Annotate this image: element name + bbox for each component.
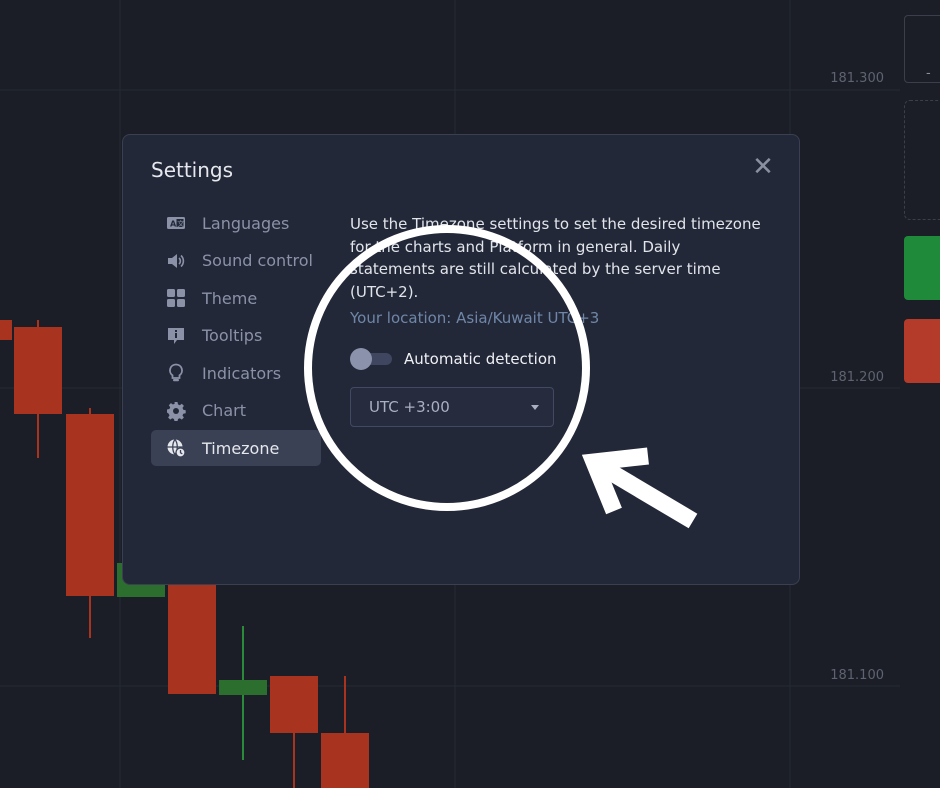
globe-clock-icon <box>165 437 187 459</box>
language-icon: A文 <box>165 212 187 234</box>
timezone-description: Use the Timezone settings to set the des… <box>350 215 761 301</box>
menu-item-languages[interactable]: A文 Languages <box>151 205 321 241</box>
menu-item-indicators[interactable]: Indicators <box>151 355 321 391</box>
menu-item-sound-control[interactable]: Sound control <box>151 243 321 279</box>
toggle-knob <box>350 348 372 370</box>
sell-button[interactable] <box>904 319 940 383</box>
candle <box>219 680 267 695</box>
lightbulb-icon <box>165 362 187 384</box>
user-location: Your location: Asia/Kuwait UTC+3 <box>350 309 600 327</box>
gear-icon <box>165 400 187 422</box>
auto-detection-toggle[interactable] <box>350 348 392 370</box>
menu-item-chart[interactable]: Chart <box>151 393 321 429</box>
close-icon[interactable]: ✕ <box>751 154 775 180</box>
menu-item-label: Languages <box>202 213 290 233</box>
chevron-down-icon <box>531 405 539 410</box>
settings-menu: A文 Languages Sound control Theme Tooltip… <box>151 205 321 468</box>
price-label: 181.300 <box>830 71 884 86</box>
menu-item-label: Sound control <box>202 251 313 270</box>
price-label: 181.200 <box>830 370 884 385</box>
settings-modal: Settings ✕ A文 Languages Sound control Th… <box>122 134 800 585</box>
price-label: 181.100 <box>830 668 884 683</box>
info-icon <box>165 325 187 347</box>
svg-text:A: A <box>170 220 177 229</box>
candle <box>270 676 318 733</box>
candle <box>14 327 62 414</box>
menu-item-label: Chart <box>202 401 246 420</box>
svg-text:文: 文 <box>177 219 184 228</box>
menu-item-theme[interactable]: Theme <box>151 280 321 316</box>
speaker-icon <box>165 250 187 272</box>
menu-item-label: Tooltips <box>202 326 263 345</box>
expiration-panel[interactable] <box>904 100 940 220</box>
auto-detection-row: Automatic detection <box>350 345 770 373</box>
menu-item-label: Theme <box>202 288 258 308</box>
buy-button[interactable] <box>904 236 940 300</box>
minus-button[interactable]: - <box>926 66 931 81</box>
menu-item-tooltips[interactable]: Tooltips <box>151 318 321 354</box>
auto-detection-label: Automatic detection <box>404 350 557 368</box>
theme-grid-icon <box>165 287 187 309</box>
candle <box>0 320 12 340</box>
candle <box>66 414 114 596</box>
candle <box>321 733 369 788</box>
menu-item-timezone[interactable]: Timezone <box>151 430 321 466</box>
timezone-select[interactable]: UTC +3:00 <box>350 387 554 427</box>
menu-item-label: Indicators <box>202 363 282 383</box>
modal-title: Settings <box>151 158 234 182</box>
amount-input-box[interactable] <box>904 15 940 83</box>
timezone-selected-value: UTC +3:00 <box>369 398 450 416</box>
timezone-settings-panel: Use the Timezone settings to set the des… <box>350 213 770 427</box>
menu-item-label: Timezone <box>202 438 280 458</box>
